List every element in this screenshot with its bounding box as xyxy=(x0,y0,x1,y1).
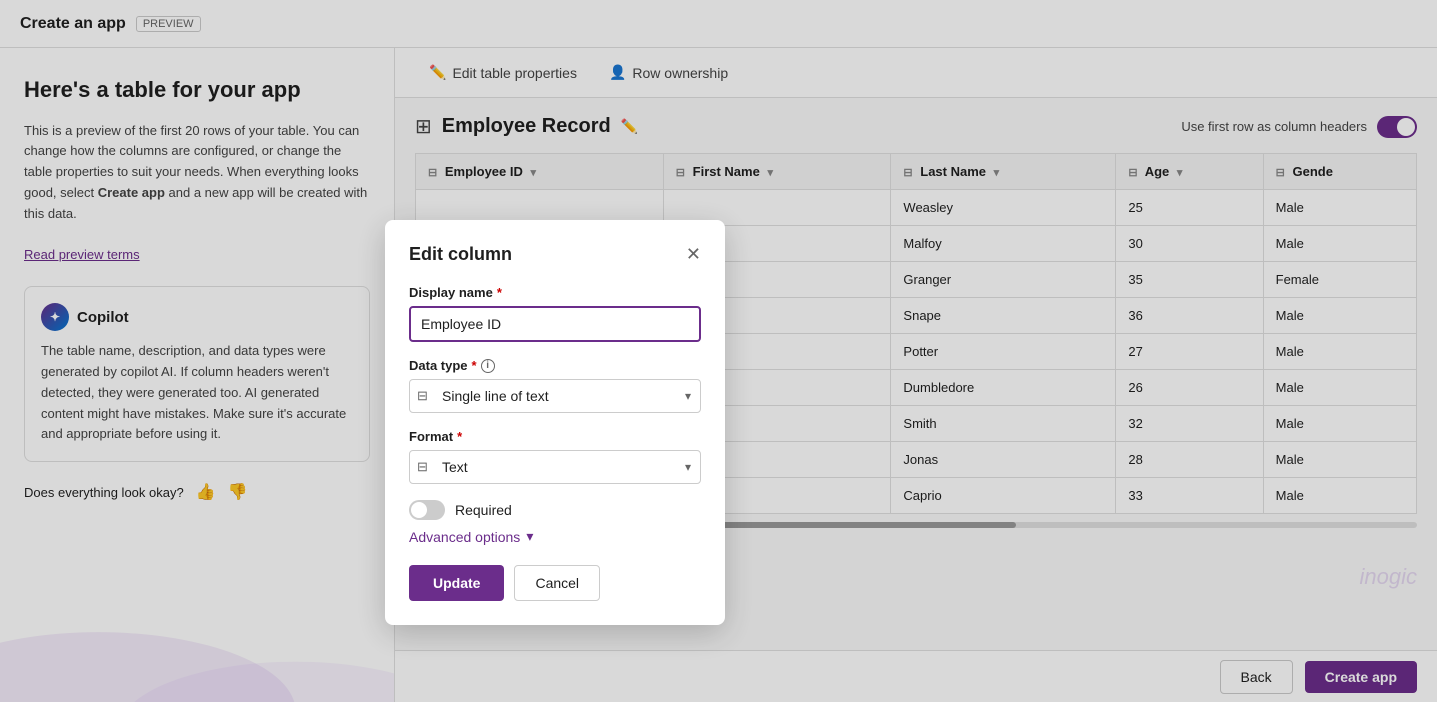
format-label: Format * xyxy=(409,429,701,444)
data-type-select-icon: ⊟ xyxy=(417,388,428,404)
required-star: * xyxy=(497,285,502,300)
display-name-label: Display name * xyxy=(409,285,701,300)
format-select-icon: ⊟ xyxy=(417,459,428,475)
modal-title: Edit column xyxy=(409,244,512,265)
modal-close-button[interactable]: ✕ xyxy=(686,244,701,265)
required-toggle-knob xyxy=(411,502,427,518)
format-select[interactable]: Text xyxy=(409,450,701,484)
modal-header: Edit column ✕ xyxy=(409,244,701,265)
data-type-info-icon[interactable]: i xyxy=(481,359,495,373)
data-type-group: Data type * i ⊟ Single line of text ▾ xyxy=(409,358,701,413)
required-toggle[interactable] xyxy=(409,500,445,520)
format-select-wrap: ⊟ Text ▾ xyxy=(409,450,701,484)
data-type-label: Data type * i xyxy=(409,358,701,373)
display-name-label-text: Display name xyxy=(409,285,493,300)
format-required-star: * xyxy=(457,429,462,444)
modal-actions: Update Cancel xyxy=(409,565,701,601)
data-type-select[interactable]: Single line of text xyxy=(409,379,701,413)
data-type-select-wrap: ⊟ Single line of text ▾ xyxy=(409,379,701,413)
display-name-input[interactable] xyxy=(409,306,701,342)
advanced-options-chevron-icon: ▾ xyxy=(526,528,533,545)
edit-column-modal: Edit column ✕ Display name * Data type *… xyxy=(385,220,725,625)
data-type-label-text: Data type xyxy=(409,358,468,373)
cancel-button[interactable]: Cancel xyxy=(514,565,600,601)
required-toggle-row: Required xyxy=(409,500,701,520)
display-name-group: Display name * xyxy=(409,285,701,342)
advanced-options-label: Advanced options xyxy=(409,529,520,545)
data-type-required-star: * xyxy=(472,358,477,373)
modal-overlay: Edit column ✕ Display name * Data type *… xyxy=(0,0,1437,702)
format-label-text: Format xyxy=(409,429,453,444)
update-button[interactable]: Update xyxy=(409,565,504,601)
advanced-options[interactable]: Advanced options ▾ xyxy=(409,528,701,545)
required-label: Required xyxy=(455,502,512,518)
format-group: Format * ⊟ Text ▾ xyxy=(409,429,701,484)
